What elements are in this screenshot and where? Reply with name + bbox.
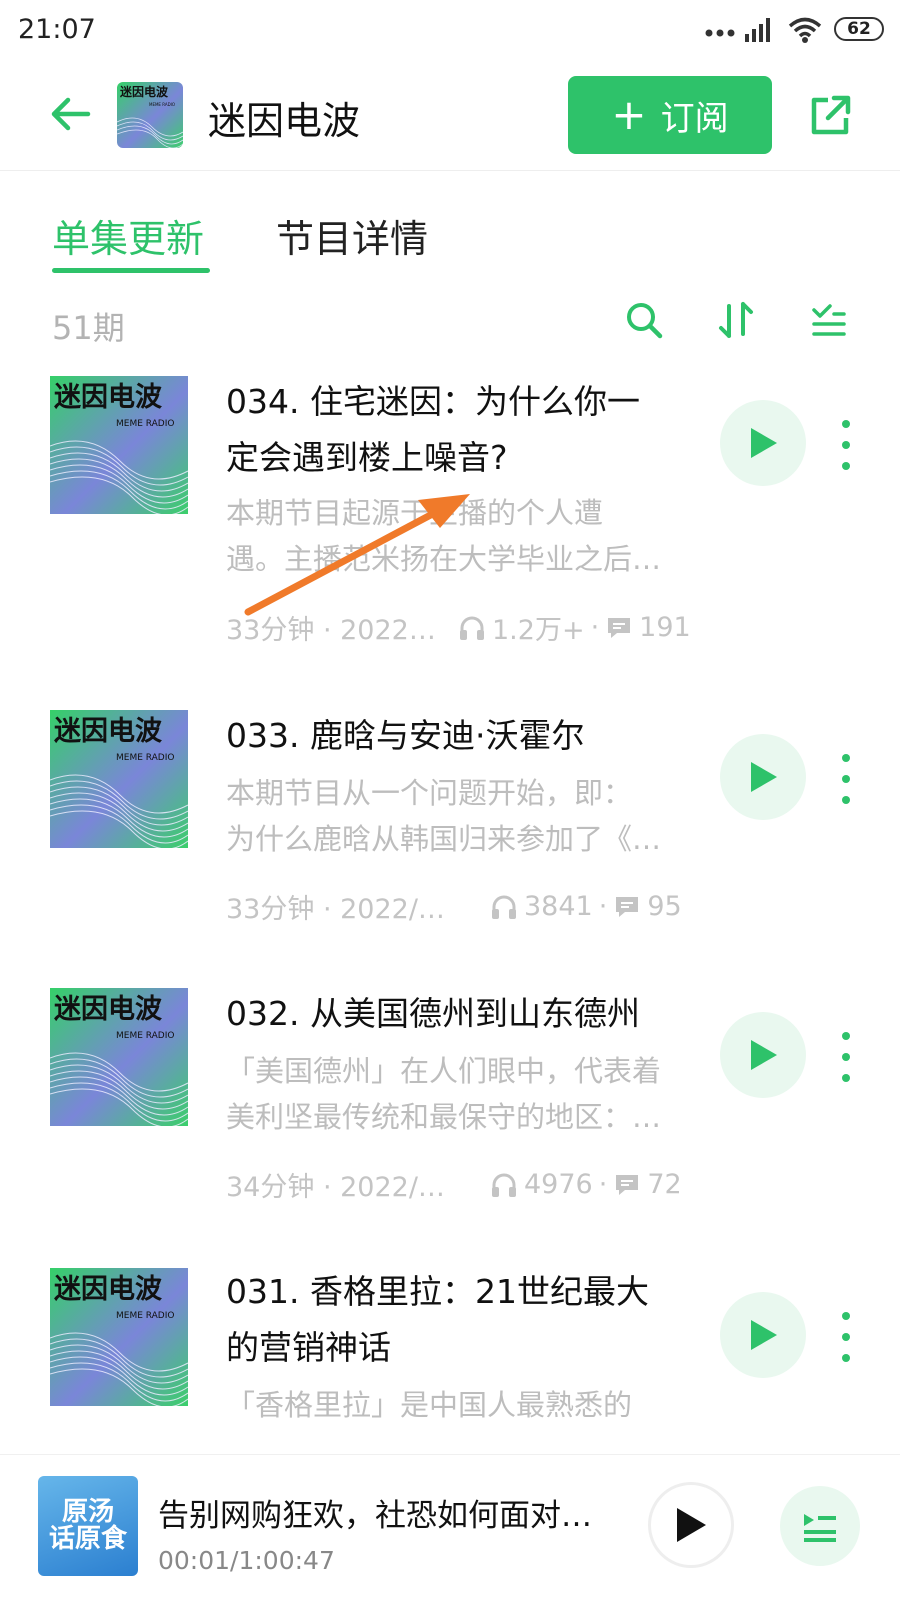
comment-icon	[616, 896, 639, 917]
cover-title: 迷因电波	[54, 382, 163, 413]
signal-icon	[745, 18, 770, 42]
battery-indicator: 62	[834, 17, 884, 41]
episode-play-button[interactable]	[720, 400, 806, 486]
more-icon[interactable]	[838, 1312, 854, 1362]
comment-count: 72	[647, 1169, 682, 1200]
episode-description: 「香格里拉」是中国人最熟悉的	[226, 1388, 633, 1422]
play-icon	[751, 1040, 777, 1070]
back-arrow-icon[interactable]	[48, 92, 92, 136]
header-cover-title: 迷因电波	[119, 84, 169, 99]
cover-subtitle: MEME RADIO	[116, 1311, 174, 1321]
play-count: 4976	[524, 1169, 593, 1200]
episode-title[interactable]: 033. 鹿晗与安迪·沃霍尔	[226, 708, 696, 764]
play-icon	[751, 1320, 777, 1350]
player-cover[interactable]: 原汤 话原食	[38, 1476, 138, 1576]
subscribe-label: 订阅	[660, 98, 729, 139]
episode-meta: 33分钟 · 2022/1… 3841 · 95	[226, 887, 696, 926]
tab-episodes[interactable]: 单集更新	[52, 208, 204, 263]
wifi-icon	[788, 17, 822, 43]
player-episode-title[interactable]: 告别网购狂欢，社恐如何面对…	[158, 1490, 598, 1535]
plus-icon: +	[611, 90, 647, 139]
episode-play-button[interactable]	[720, 1012, 806, 1098]
cover-subtitle: MEME RADIO	[116, 1031, 174, 1041]
search-icon[interactable]	[624, 300, 664, 340]
episode-play-button[interactable]	[720, 1292, 806, 1378]
player-play-button[interactable]	[648, 1482, 734, 1568]
share-icon[interactable]	[806, 92, 854, 140]
play-icon	[751, 428, 777, 458]
play-icon	[677, 1508, 706, 1542]
comment-count: 191	[639, 612, 691, 643]
status-bar: 21:07 62	[0, 0, 900, 62]
headphones-icon	[460, 616, 484, 640]
episode-description: 本期节目从一个问题开始，即： 为什么鹿晗从韩国归来参加了《…	[226, 776, 662, 856]
episode-cover[interactable]: 迷因电波 MEME RADIO	[50, 710, 188, 848]
episode-meta: 33分钟 · 2022… 1.2万+ · 191	[226, 608, 696, 647]
episode-duration-date: 34分钟 · 2022/1…	[226, 1172, 458, 1203]
episode-description: 「美国德州」在人们眼中，代表着 美利坚最传统和最保守的地区：…	[226, 1054, 662, 1134]
header-cover-subtitle: MEME RADIO	[149, 102, 175, 107]
episode-title[interactable]: 034. 住宅迷因：为什么你一 定会遇到楼上噪音?	[226, 374, 696, 486]
episode-meta: 34分钟 · 2022/1… 4976 · 72	[226, 1165, 696, 1204]
filter-icon[interactable]	[808, 300, 848, 340]
episode-count: 51期	[52, 309, 125, 347]
more-icon[interactable]	[838, 754, 854, 804]
headphones-icon	[492, 895, 516, 919]
notification-dots-icon	[705, 29, 735, 37]
cover-subtitle: MEME RADIO	[116, 419, 174, 429]
status-time: 21:07	[18, 14, 96, 45]
episode-duration-date: 33分钟 · 2022/1…	[226, 894, 458, 925]
episode-title[interactable]: 032. 从美国德州到山东德州	[226, 986, 696, 1042]
episode-duration-date: 33分钟 · 2022…	[226, 615, 436, 646]
more-icon[interactable]	[838, 1032, 854, 1082]
play-count: 3841	[524, 891, 593, 922]
active-tab-indicator	[52, 268, 210, 273]
comment-icon	[608, 617, 631, 638]
subscribe-button[interactable]: + 订阅	[568, 76, 772, 154]
episode-description: 本期节目起源于主播的个人遭 遇。主播范米扬在大学毕业之后…	[226, 496, 662, 576]
comment-icon	[616, 1174, 639, 1195]
play-count: 1.2万+	[492, 615, 585, 646]
episode-title[interactable]: 031. 香格里拉：21世纪最大 的营销神话	[226, 1264, 696, 1376]
cover-title: 迷因电波	[54, 1274, 163, 1305]
sort-icon[interactable]	[716, 300, 756, 340]
episode-cover[interactable]: 迷因电波 MEME RADIO	[50, 1268, 188, 1406]
comment-count: 95	[647, 891, 682, 922]
tab-details[interactable]: 节目详情	[276, 208, 428, 263]
podcast-cover: 迷因电波 MEME RADIO	[117, 82, 183, 148]
playlist-icon	[804, 1514, 836, 1542]
more-icon[interactable]	[838, 420, 854, 470]
episode-cover[interactable]: 迷因电波 MEME RADIO	[50, 376, 188, 514]
play-icon	[751, 762, 777, 792]
player-time: 00:01/1:00:47	[158, 1546, 335, 1575]
episode-cover[interactable]: 迷因电波 MEME RADIO	[50, 988, 188, 1126]
cover-subtitle: MEME RADIO	[116, 753, 174, 763]
cover-title: 迷因电波	[54, 716, 163, 747]
playlist-button[interactable]	[780, 1486, 860, 1566]
page-title: 迷因电波	[208, 99, 361, 143]
episode-play-button[interactable]	[720, 734, 806, 820]
headphones-icon	[492, 1173, 516, 1197]
cover-title: 迷因电波	[54, 994, 163, 1025]
